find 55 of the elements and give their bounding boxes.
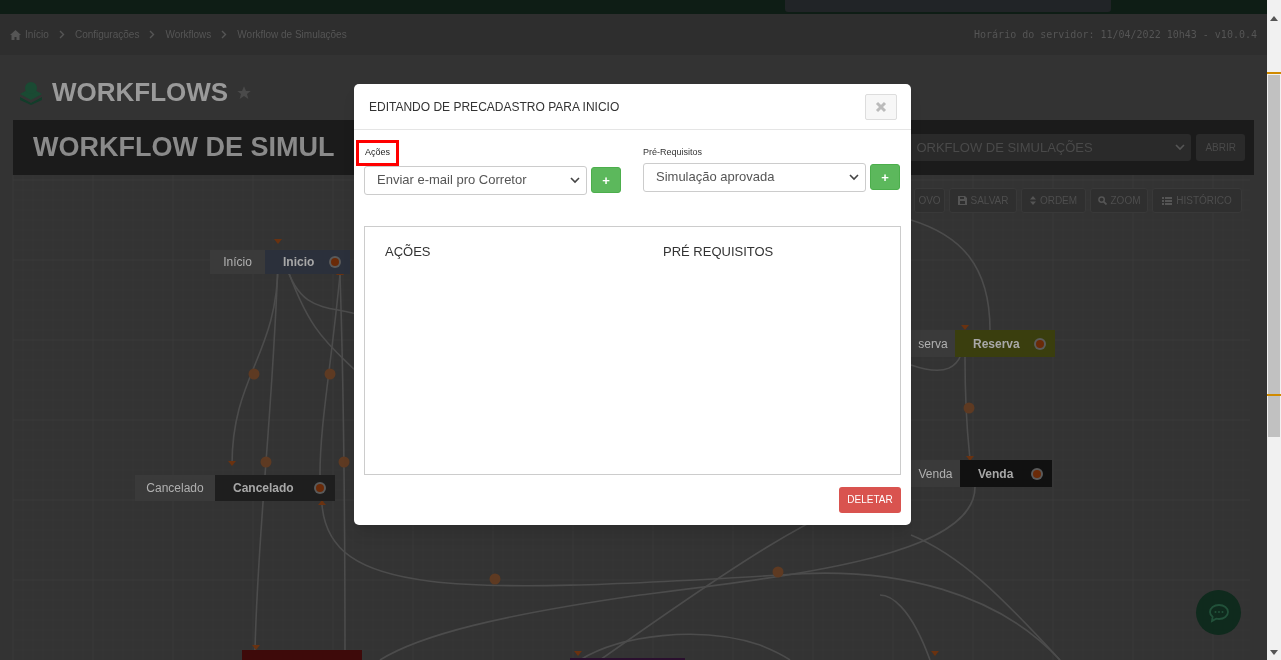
workflow-node[interactable]: Venda xyxy=(960,460,1052,487)
port-icon xyxy=(313,481,327,495)
connector-dot[interactable] xyxy=(338,456,350,468)
scroll-up-icon xyxy=(1270,16,1278,21)
select-field[interactable]: Enviar e-mail pro Corretor xyxy=(364,165,587,195)
arrowhead-icon xyxy=(931,651,939,656)
connector-dot[interactable] xyxy=(248,368,260,380)
connector-dot[interactable] xyxy=(489,573,501,585)
column-heading: AÇÕES xyxy=(385,242,432,261)
select-field[interactable]: Simulação aprovada xyxy=(643,162,866,192)
delete-button[interactable]: DELETAR xyxy=(839,486,901,513)
connector-dot[interactable] xyxy=(772,566,784,578)
page-title: WORKFLOWS xyxy=(52,76,229,109)
search-icon xyxy=(1097,196,1107,205)
sort-icon xyxy=(1029,196,1036,205)
node-label: Cancelado xyxy=(135,475,215,501)
workflow-title: WORKFLOW DE SIMUL xyxy=(33,131,335,165)
scrollbar-thumb[interactable] xyxy=(1268,75,1280,437)
connector-dot[interactable] xyxy=(963,402,975,414)
field-label: Ações xyxy=(356,140,399,166)
port-icon xyxy=(328,255,342,269)
chevron-right-icon xyxy=(58,30,65,39)
chevron-right-icon xyxy=(221,30,228,39)
scrollbar[interactable] xyxy=(1267,0,1281,660)
workflow-node[interactable]: Reserva xyxy=(955,330,1055,357)
connector-dot[interactable] xyxy=(324,368,336,380)
add-button[interactable]: + xyxy=(591,167,621,193)
arrowhead-icon xyxy=(274,239,282,244)
node-label: Início xyxy=(210,250,265,274)
workflow-node[interactable]: Inicio xyxy=(265,250,350,274)
column-heading: PRÉ REQUISITOS xyxy=(663,242,775,261)
close-button[interactable] xyxy=(865,93,897,120)
money-stack-icon xyxy=(18,80,44,105)
chevron-down-icon xyxy=(849,173,859,181)
connector-dot[interactable] xyxy=(260,456,272,468)
star-icon xyxy=(236,84,253,101)
list-icon xyxy=(1162,196,1173,205)
add-button[interactable]: + xyxy=(870,164,900,190)
chevron-right-icon xyxy=(149,30,156,39)
chat-bubble-icon xyxy=(1207,602,1230,623)
chevron-down-icon xyxy=(1175,144,1186,151)
home-icon xyxy=(10,29,21,40)
scroll-down-icon xyxy=(1270,650,1278,655)
field-label: Pré-Requisitos xyxy=(643,146,703,159)
node-label: serva xyxy=(911,330,955,357)
node-label: Venda xyxy=(911,460,960,487)
arrowhead-icon xyxy=(574,651,582,656)
workflow-node[interactable]: Cancelado xyxy=(215,475,335,501)
close-icon xyxy=(875,100,887,113)
modal-title: EDITANDO DE PRECADASTRO PARA INICIO xyxy=(369,98,620,116)
port-icon xyxy=(1030,466,1044,481)
port-icon xyxy=(1033,336,1047,351)
chevron-down-icon xyxy=(570,176,580,184)
save-icon xyxy=(957,196,967,205)
arrowhead-icon xyxy=(228,461,236,466)
